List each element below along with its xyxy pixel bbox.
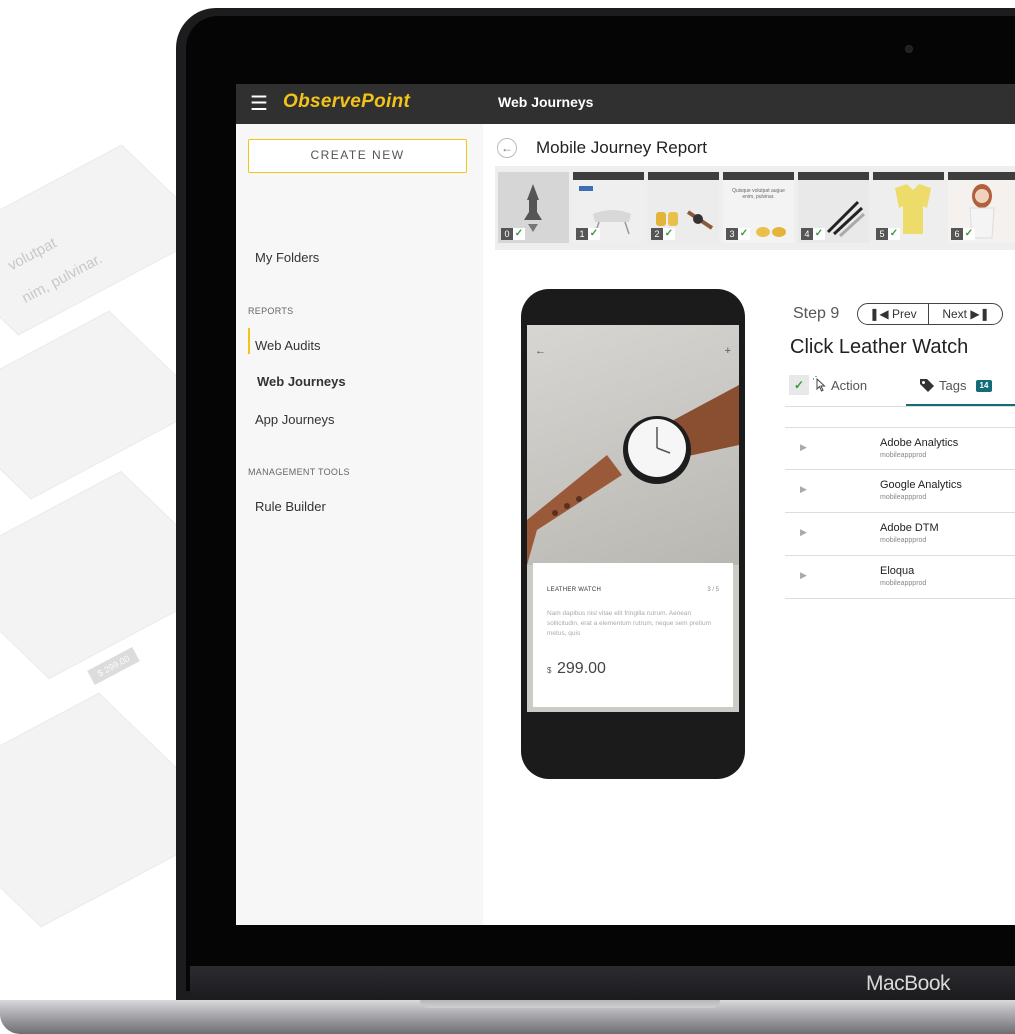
expand-arrow-icon[interactable]: ▶ — [800, 527, 807, 538]
click-cursor-icon — [813, 376, 826, 392]
report-title: Mobile Journey Report — [536, 138, 708, 157]
sidebar: CREATE NEW My Folders REPORTS Web Audits… — [236, 124, 483, 925]
macbook-label: MacBook — [866, 972, 951, 995]
thumbnail-number: 1 — [576, 228, 588, 240]
back-button[interactable]: ← — [497, 138, 517, 158]
expand-arrow-icon[interactable]: ▶ — [800, 570, 807, 581]
product-title: LEATHER WATCH — [547, 587, 602, 593]
phone-preview: ← + LEATHER WATCH 3 / 5 Nam dapibus nisl… — [521, 289, 745, 779]
sidebar-item-app-journeys[interactable]: App Journeys — [255, 412, 335, 427]
tag-row[interactable]: ▶ Eloqua mobileappprod — [785, 556, 1015, 599]
tag-account: mobileappprod — [880, 537, 927, 544]
product-description: Nam dapibus nisl vitae elit fringilla ru… — [547, 610, 712, 637]
tag-icon — [920, 379, 934, 392]
journey-thumbnail-5[interactable]: 5 ✓ — [873, 172, 944, 243]
tag-name: Eloqua — [880, 565, 915, 577]
thumbnail-number: 3 — [726, 228, 738, 240]
journey-thumbnail-strip: 0 ✓ 1 ✓ 2 ✓ Quisque volutpat augue enim,… — [495, 166, 1015, 250]
tags-count-badge: 14 — [976, 380, 992, 392]
thumbnail-number: 4 — [801, 228, 813, 240]
thumbnail-number: 5 — [876, 228, 888, 240]
menu-icon[interactable]: ☰ — [250, 94, 268, 114]
phone-plus-icon[interactable]: + — [725, 345, 731, 357]
check-icon: ✓ — [588, 228, 600, 240]
journey-thumbnail-3[interactable]: Quisque volutpat augue enim, pulvinar. 3… — [723, 172, 794, 243]
journey-thumbnail-0[interactable]: 0 ✓ — [498, 172, 569, 243]
tag-name: Adobe Analytics — [880, 437, 959, 449]
product-card: LEATHER WATCH 3 / 5 Nam dapibus nisl vit… — [533, 563, 733, 707]
check-icon: ✓ — [513, 228, 525, 240]
action-tab-label: Action — [831, 378, 868, 393]
tag-account: mobileappprod — [880, 580, 927, 587]
sidebar-item-web-journeys[interactable]: Web Journeys — [257, 374, 346, 389]
check-icon: ✓ — [738, 228, 750, 240]
product-counter: 3 / 5 — [707, 587, 719, 593]
journey-thumbnail-2[interactable]: 2 ✓ — [648, 172, 719, 243]
thumbnail-number: 2 — [651, 228, 663, 240]
phone-back-icon[interactable]: ← — [535, 345, 546, 357]
page-section-title: Web Journeys — [498, 94, 594, 110]
camera-icon — [905, 45, 913, 53]
tags-tab-label: Tags — [939, 378, 967, 393]
step-title: Click Leather Watch — [790, 336, 969, 358]
prev-label: Prev — [891, 307, 917, 321]
thumbnail-number: 0 — [501, 228, 513, 240]
check-icon: ✓ — [813, 228, 825, 240]
tag-name: Adobe DTM — [880, 522, 939, 534]
expand-arrow-icon[interactable]: ▶ — [800, 484, 807, 495]
prev-step-button[interactable]: ❚◀ Prev — [858, 304, 928, 324]
check-icon: ✓ — [963, 228, 975, 240]
phone-screen: ← + LEATHER WATCH 3 / 5 Nam dapibus nisl… — [527, 325, 739, 712]
top-bar: ☰ ObservePoint Web Journeys — [236, 84, 1015, 124]
next-step-button[interactable]: Next ▶❚ — [929, 304, 1003, 324]
sidebar-item-rule-builder[interactable]: Rule Builder — [255, 499, 326, 514]
tag-row[interactable]: ▶ Google Analytics mobileappprod — [785, 470, 1015, 513]
tag-row[interactable]: ▶ Adobe Analytics mobileappprod — [785, 427, 1015, 470]
skip-back-icon: ❚◀ — [869, 307, 889, 321]
create-new-button[interactable]: CREATE NEW — [248, 139, 467, 173]
tag-row[interactable]: ▶ Adobe DTM mobileappprod — [785, 513, 1015, 556]
price-currency: $ — [547, 666, 552, 675]
sidebar-item-my-folders[interactable]: My Folders — [255, 250, 319, 265]
check-icon: ✓ — [663, 228, 675, 240]
tag-account: mobileappprod — [880, 494, 927, 501]
product-price: 299.00 — [557, 660, 606, 677]
check-icon: ✓ — [789, 375, 809, 395]
tag-name: Google Analytics — [880, 479, 962, 491]
skip-forward-icon: ▶❚ — [970, 307, 990, 321]
app-screen: ☰ ObservePoint Web Journeys CREATE NEW M… — [236, 84, 1015, 925]
journey-thumbnail-4[interactable]: 4 ✓ — [798, 172, 869, 243]
expand-arrow-icon[interactable]: ▶ — [800, 442, 807, 453]
arrow-left-icon: ← — [501, 141, 513, 155]
next-label: Next — [942, 307, 968, 321]
product-photo: ← + — [527, 325, 739, 565]
journey-thumbnail-6[interactable]: 6 ✓ — [948, 172, 1015, 243]
main-content: ← Mobile Journey Report 0 ✓ 1 ✓ 2 ✓ Quis… — [483, 124, 1015, 925]
step-pager: ❚◀ Prev Next ▶❚ — [857, 303, 1003, 325]
sidebar-heading-management: MANAGEMENT TOOLS — [248, 467, 350, 477]
active-indicator — [248, 328, 250, 354]
observepoint-logo[interactable]: ObservePoint — [283, 91, 410, 113]
sidebar-heading-reports: REPORTS — [248, 306, 294, 316]
sidebar-item-web-audits[interactable]: Web Audits — [255, 338, 321, 353]
check-icon: ✓ — [888, 228, 900, 240]
step-label: Step 9 — [793, 305, 840, 322]
journey-thumbnail-1[interactable]: 1 ✓ — [573, 172, 644, 243]
watch-image — [527, 385, 739, 565]
tab-divider — [785, 406, 1015, 407]
laptop-notch — [420, 1000, 720, 1008]
thumbnail-number: 6 — [951, 228, 963, 240]
tag-account: mobileappprod — [880, 452, 927, 459]
